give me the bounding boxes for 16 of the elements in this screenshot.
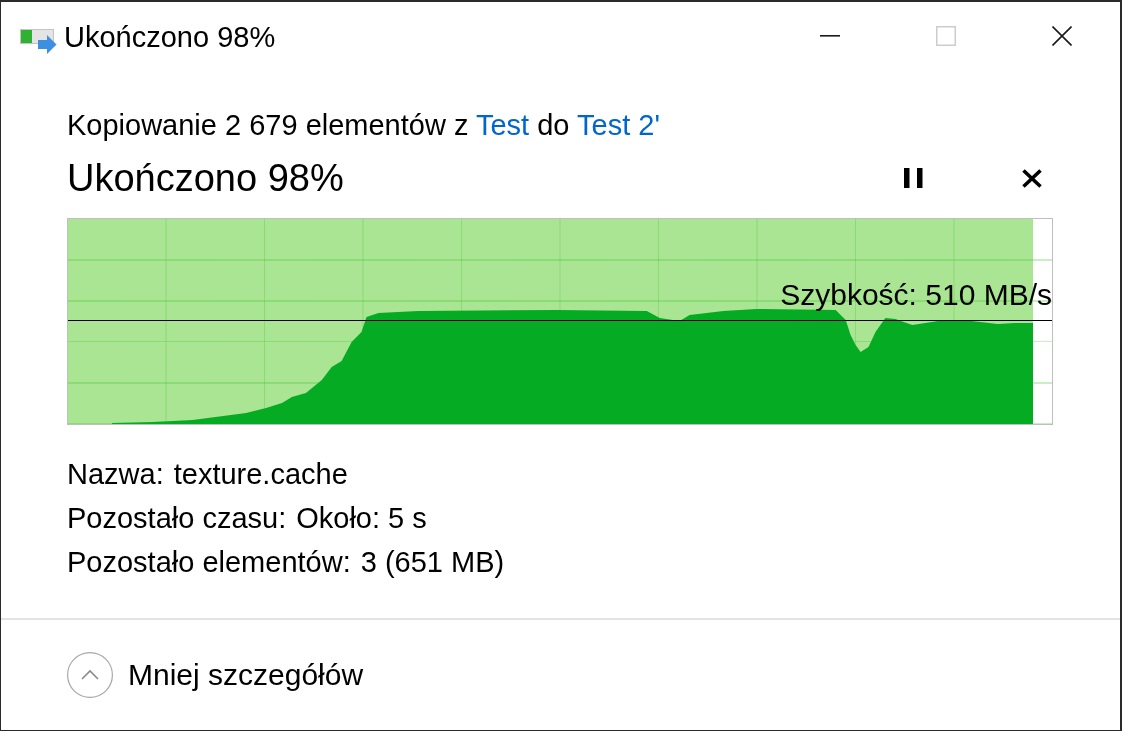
pause-icon <box>903 168 923 188</box>
progress-heading: Ukończono 98% <box>67 156 344 201</box>
detail-value: 3 (651 MB) <box>360 545 505 580</box>
folder-link[interactable]: Test 2' <box>577 109 660 141</box>
copy-icon <box>20 29 57 54</box>
detail-value: Około: 5 s <box>296 501 427 536</box>
detail-label: Pozostało elementów: <box>67 545 351 580</box>
detail-label: Pozostało czasu: <box>67 501 287 536</box>
detail-value: texture.cache <box>173 457 348 492</box>
speed-label: Szybkość: 510 MB/s <box>780 278 1052 312</box>
close-icon <box>1022 168 1042 188</box>
copy-summary: Kopiowanie 2 679 elementów z Test do Test 2' <box>67 108 661 143</box>
detail-label: Nazwa: <box>67 457 164 492</box>
folder-link[interactable]: Test <box>475 109 530 141</box>
details-toggle[interactable]: Mniej szczegółów <box>67 652 364 698</box>
window-title: Ukończono 98% <box>64 20 276 55</box>
